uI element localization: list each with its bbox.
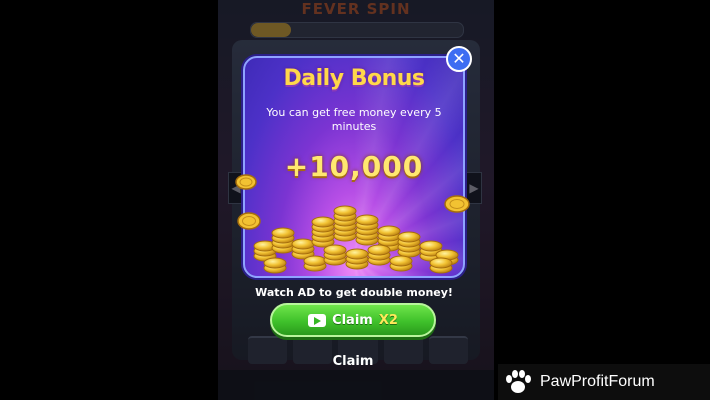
- coin: [419, 240, 443, 252]
- close-button[interactable]: ✕: [446, 46, 472, 72]
- coin: [389, 255, 413, 267]
- coin-pile-illustration: [253, 205, 459, 274]
- watch-ad-text: Watch AD to get double money!: [255, 286, 453, 299]
- claim-x2-label: Claim: [332, 312, 373, 328]
- coin: [429, 257, 453, 269]
- popup-title: Daily Bonus: [283, 66, 426, 91]
- close-icon: ✕: [452, 49, 466, 68]
- coin: [271, 227, 295, 239]
- claim-x2-button[interactable]: Claim X2: [270, 303, 436, 337]
- coin: [355, 214, 379, 226]
- coin: [303, 255, 327, 267]
- coin: [323, 244, 347, 256]
- coin: [397, 231, 421, 243]
- coin: [377, 225, 401, 237]
- watermark: PawProfitForum: [498, 364, 710, 400]
- coin: [345, 248, 369, 260]
- claim-multiplier: X2: [378, 312, 398, 328]
- claim-button[interactable]: Claim: [318, 351, 388, 373]
- daily-bonus-popup: Daily Bonus You can get free money every…: [243, 56, 465, 278]
- watermark-text: PawProfitForum: [540, 373, 655, 390]
- coin: [311, 216, 335, 228]
- coin: [333, 205, 357, 217]
- coin: [367, 244, 391, 256]
- coin: [291, 238, 315, 250]
- coin-icon: [237, 212, 261, 230]
- video-play-icon: [308, 313, 327, 327]
- coin-icon: [444, 195, 470, 213]
- paw-icon: [506, 370, 531, 393]
- coin: [263, 257, 287, 269]
- popup-description: You can get free money every 5 minutes: [266, 106, 442, 133]
- coin-icon: [235, 174, 257, 190]
